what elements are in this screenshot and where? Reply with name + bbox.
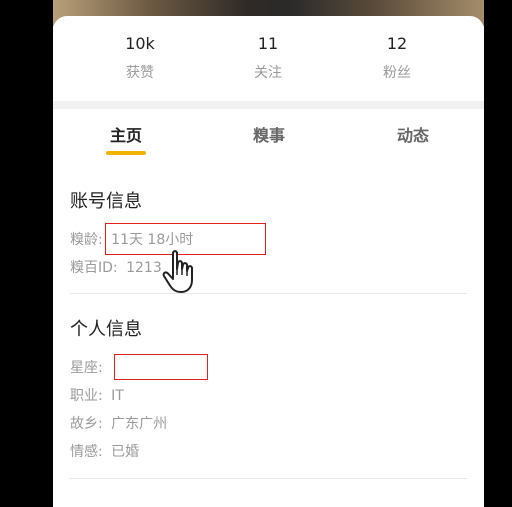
stat-label: 粉丝 xyxy=(383,65,411,81)
personal-info-title: 个人信息 xyxy=(70,319,142,340)
tab-indicator xyxy=(106,151,146,155)
stat-label: 获赞 xyxy=(126,65,154,81)
section-divider-band xyxy=(53,101,484,109)
account-id-value: 1213 xyxy=(126,260,162,276)
profile-screen: 10k 获赞 11 关注 12 粉丝 主页 糗事 动态 账号信息 糗龄: 11天… xyxy=(53,0,484,507)
stat-value: 11 xyxy=(257,34,279,53)
stat-following[interactable]: 11 关注 xyxy=(228,34,308,82)
occupation-value: IT xyxy=(111,388,124,404)
occupation-row: 职业: IT xyxy=(70,386,124,406)
account-id-row: 糗百ID: 1213 xyxy=(70,258,162,278)
stats-card: 10k 获赞 11 关注 12 粉丝 xyxy=(53,16,484,101)
account-id-label: 糗百ID: xyxy=(70,260,118,276)
relationship-value: 已婚 xyxy=(111,444,140,460)
divider xyxy=(70,478,467,479)
hometown-row: 故乡: 广东广州 xyxy=(70,414,167,434)
account-info-title: 账号信息 xyxy=(70,191,142,212)
relationship-label: 情感: xyxy=(70,444,103,460)
tab-home[interactable]: 主页 xyxy=(86,126,166,146)
tab-posts[interactable]: 糗事 xyxy=(229,126,309,146)
stat-value: 10k xyxy=(125,34,155,53)
stat-label: 关注 xyxy=(254,65,282,81)
zodiac-row: 星座: xyxy=(70,358,103,378)
hometown-label: 故乡: xyxy=(70,416,103,432)
relationship-row: 情感: 已婚 xyxy=(70,442,139,462)
tab-activity[interactable]: 动态 xyxy=(373,126,453,146)
divider xyxy=(70,293,467,294)
profile-tabs: 主页 糗事 动态 xyxy=(53,109,484,169)
highlight-box-zodiac xyxy=(114,354,208,380)
hometown-value: 广东广州 xyxy=(111,416,168,432)
stat-value: 12 xyxy=(386,34,408,53)
account-age-label: 糗龄: xyxy=(70,232,103,248)
stat-likes[interactable]: 10k 获赞 xyxy=(100,34,180,82)
pointing-hand-icon xyxy=(162,250,193,293)
stat-followers[interactable]: 12 粉丝 xyxy=(357,34,437,82)
zodiac-label: 星座: xyxy=(70,360,103,376)
occupation-label: 职业: xyxy=(70,388,103,404)
